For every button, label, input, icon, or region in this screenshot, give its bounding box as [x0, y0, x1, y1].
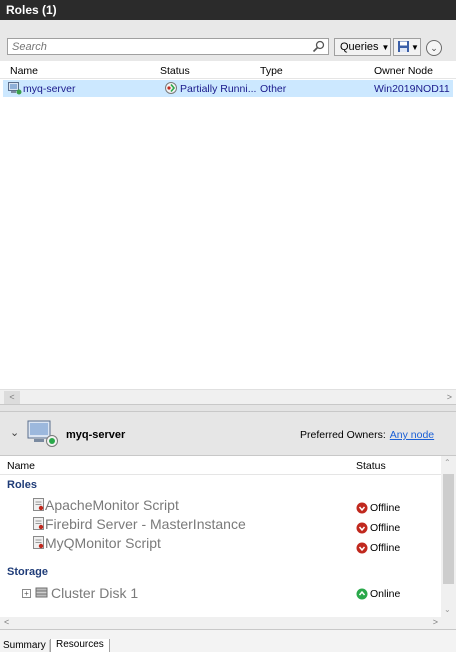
column-header-status[interactable]: Status	[356, 460, 386, 472]
storage-status: Online	[356, 588, 400, 600]
scroll-right-icon[interactable]: >	[447, 391, 452, 404]
horizontal-scrollbar[interactable]: < >	[0, 617, 456, 629]
script-resource-icon	[33, 517, 44, 530]
save-icon	[398, 41, 409, 52]
pane-splitter[interactable]	[0, 404, 456, 412]
scroll-right-icon[interactable]: >	[433, 617, 438, 627]
cluster-role-icon	[8, 82, 22, 95]
column-header-name[interactable]: Name	[10, 65, 38, 77]
resource-item[interactable]: MyQMonitor Script	[33, 535, 161, 551]
save-query-button[interactable]: ▼	[393, 38, 421, 56]
resources-table-header: Name Status	[0, 456, 441, 475]
group-heading-storage: Storage	[7, 566, 48, 578]
scroll-left-icon[interactable]: <	[4, 391, 20, 404]
role-status: Partially Runni...	[180, 83, 257, 95]
search-input[interactable]	[7, 38, 329, 55]
collapse-chevron-icon[interactable]: ⌄	[10, 426, 19, 439]
column-header-type[interactable]: Type	[260, 65, 283, 77]
queries-button[interactable]: Queries ▼	[334, 38, 391, 56]
resource-status: Offline	[356, 542, 400, 554]
role-owner-node: Win2019NOD11	[374, 83, 450, 95]
search-icon[interactable]	[312, 40, 325, 53]
preferred-owners-link[interactable]: Any node	[390, 429, 434, 441]
horizontal-scrollbar[interactable]: < >	[0, 389, 456, 404]
group-heading-roles: Roles	[7, 479, 37, 491]
online-status-icon	[356, 588, 368, 600]
dropdown-arrow-icon: ▼	[411, 43, 419, 52]
script-resource-icon	[33, 498, 44, 511]
vertical-scrollbar[interactable]: ⌃ ⌄	[441, 456, 456, 617]
tab-resources[interactable]: Resources	[50, 639, 110, 652]
offline-status-icon	[356, 522, 368, 534]
role-name: myq-server	[23, 83, 76, 95]
resource-item[interactable]: ApacheMonitor Script	[33, 497, 179, 513]
column-header-name[interactable]: Name	[7, 460, 35, 472]
storage-item[interactable]: + Cluster Disk 1	[22, 585, 138, 601]
roles-table-header: Name Status Type Owner Node	[0, 61, 456, 79]
column-header-owner-node[interactable]: Owner Node	[374, 65, 433, 77]
disk-icon	[35, 587, 48, 598]
tab-summary[interactable]: Summary	[0, 640, 50, 652]
scroll-up-icon[interactable]: ⌃	[444, 458, 451, 467]
preferred-owners-label: Preferred Owners:	[300, 429, 386, 441]
scroll-left-icon[interactable]: <	[4, 617, 9, 627]
scrollbar-thumb[interactable]	[443, 474, 454, 584]
chevron-down-icon[interactable]: ⌄	[426, 40, 442, 56]
role-type: Other	[260, 83, 287, 95]
detail-tabs: Summary Resources	[0, 629, 456, 652]
cluster-role-icon	[27, 420, 58, 447]
resource-item[interactable]: Firebird Server - MasterInstance	[33, 516, 246, 532]
table-row[interactable]: myq-server Partially Runni... Other Win2…	[3, 80, 453, 97]
column-header-status[interactable]: Status	[160, 65, 190, 77]
search-toolbar: Queries▼ ▼ ⌄	[0, 20, 456, 61]
offline-status-icon	[356, 542, 368, 554]
preferred-owners: Preferred Owners: Any node	[300, 429, 434, 441]
scroll-down-icon[interactable]: ⌄	[444, 605, 451, 614]
offline-status-icon	[356, 502, 368, 514]
resource-status: Offline	[356, 502, 400, 514]
expand-toggle-icon[interactable]: +	[22, 589, 31, 598]
detail-header: ⌄ myq-server Preferred Owners: Any node	[0, 412, 456, 456]
script-resource-icon	[33, 536, 44, 549]
dropdown-arrow-icon: ▼	[381, 43, 390, 52]
queries-label: Queries	[340, 41, 379, 53]
partial-status-icon	[165, 82, 177, 94]
roles-panel-title: Roles (1)	[0, 0, 456, 20]
resource-status: Offline	[356, 522, 400, 534]
detail-title: myq-server	[66, 429, 126, 441]
